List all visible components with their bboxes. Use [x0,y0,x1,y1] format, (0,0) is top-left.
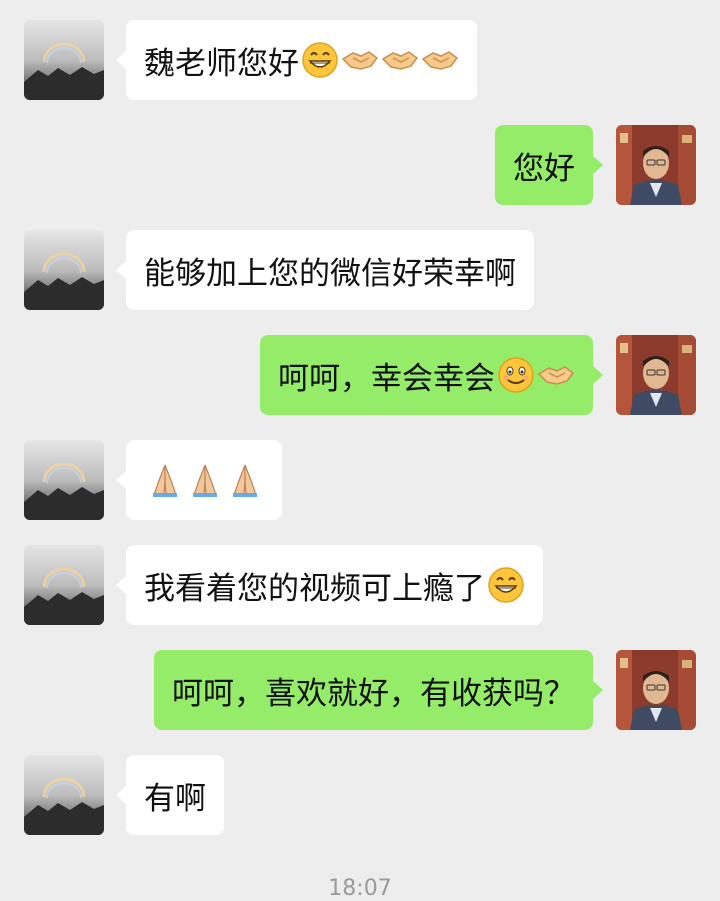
message-text: 我看着您的视频可上瘾了 [144,570,485,607]
emoji-group [146,461,264,499]
contact-avatar[interactable] [24,440,104,520]
contact-avatar[interactable] [24,20,104,100]
contact-avatar[interactable] [24,545,104,625]
emoji-group [301,41,459,79]
message-bubble-incoming[interactable]: 魏老师您好 [116,20,477,100]
message-bubble-outgoing[interactable]: 您好 [495,125,603,205]
message-bubble-incoming[interactable]: 我看着您的视频可上瘾了 [116,545,543,625]
my-avatar[interactable] [616,650,696,730]
handshake-emoji [421,41,459,79]
message-text: 呵呵，幸会幸会 [278,360,495,397]
message-text: 您好 [513,150,575,187]
pray-emoji [226,461,264,499]
message-bubble-outgoing[interactable]: 呵呵，幸会幸会 [260,335,603,415]
timestamp-label: 18:07 [328,876,392,901]
handshake-emoji [341,41,379,79]
my-avatar-image [616,125,696,205]
handshake-emoji [381,41,419,79]
message-bubble-incoming[interactable]: 能够加上您的微信好荣幸啊 [116,230,534,310]
contact-avatar[interactable] [24,230,104,310]
message-text: 能够加上您的微信好荣幸啊 [144,255,516,292]
pray-emoji [146,461,184,499]
message-bubble-incoming[interactable] [116,440,282,520]
grin-emoji [301,41,339,79]
smile-emoji [497,356,535,394]
message-text: 有啊 [144,780,206,817]
message-text: 魏老师您好 [144,45,299,82]
message-bubble-outgoing[interactable]: 呵呵，喜欢就好，有收获吗？ [154,650,603,730]
emoji-group [497,356,575,394]
message-bubble-incoming[interactable]: 有啊 [116,755,224,835]
pray-emoji [186,461,224,499]
message-text: 呵呵，喜欢就好，有收获吗？ [172,675,575,712]
contact-avatar[interactable] [24,755,104,835]
my-avatar[interactable] [616,335,696,415]
chat-message-list[interactable]: 魏老师您好 您好 能够加上您的微信好荣幸啊 呵呵，幸会幸会 我看着您的视频可上瘾… [0,0,720,901]
emoji-group [487,566,525,604]
my-avatar[interactable] [616,125,696,205]
handshake-emoji [537,356,575,394]
grin-emoji [487,566,525,604]
contact-avatar-image [24,20,104,100]
